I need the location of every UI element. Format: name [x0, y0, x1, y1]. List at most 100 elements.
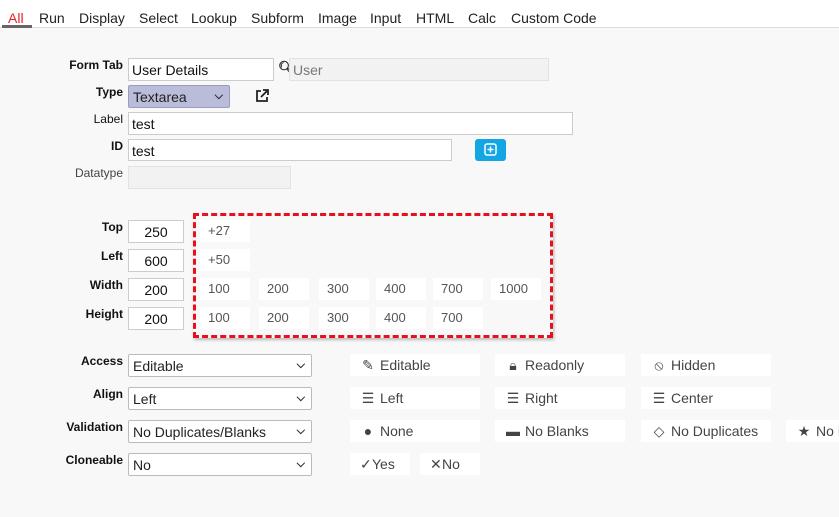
datatype-input[interactable] [128, 166, 291, 189]
left-quick-button[interactable]: +50 [200, 249, 250, 271]
align-select-value: Left [133, 391, 157, 407]
tab-image[interactable]: Image [318, 10, 357, 26]
left-label: Left [101, 249, 123, 263]
tab-html[interactable]: HTML [416, 10, 454, 26]
tab-bar: All Run Display Select Lookup Subform Im… [0, 0, 839, 28]
button-label: No Duplicates [671, 423, 759, 439]
external-link-icon[interactable] [255, 89, 269, 103]
access-editable-button[interactable]: ✎ Editable [350, 354, 480, 376]
button-label: Editable [380, 357, 431, 373]
align-select[interactable]: Left ⌵ [128, 387, 312, 410]
align-right-button[interactable]: ☰ Right [495, 387, 625, 409]
height-label: Height [85, 307, 123, 321]
tab-calc[interactable]: Calc [468, 10, 496, 26]
validation-none-button[interactable]: ● None [350, 420, 480, 442]
height-quick-button[interactable]: 100 [200, 307, 250, 329]
align-left-button[interactable]: ☰ Left [350, 387, 480, 409]
type-label: Type [95, 85, 123, 99]
cloneable-yes-button[interactable]: ✓Yes [350, 453, 410, 475]
align-center-icon: ☰ [652, 390, 666, 406]
chevron-down-icon: ⌵ [296, 425, 305, 437]
cloneable-select-value: No [133, 457, 151, 473]
align-center-button[interactable]: ☰ Center [641, 387, 771, 409]
button-label: Hidden [671, 357, 716, 373]
cloneable-select[interactable]: No ⌵ [128, 453, 312, 476]
align-left-icon: ☰ [361, 390, 375, 406]
tab-lookup[interactable]: Lookup [191, 10, 237, 26]
access-select-value: Editable [133, 358, 184, 374]
height-input[interactable]: 200 [128, 307, 184, 330]
width-quick-button[interactable]: 400 [376, 278, 426, 300]
battery-icon: ▬ [506, 423, 520, 439]
width-quick-button[interactable]: 300 [319, 278, 369, 300]
cloneable-label: Cloneable [65, 453, 123, 467]
eye-slash-icon: ⦸ [654, 357, 664, 373]
left-input[interactable]: 600 [128, 249, 184, 272]
validation-no-duplicates-button[interactable]: ◇ No Duplicates [641, 420, 771, 442]
validation-no-duplicates-blanks-button[interactable]: ★ No D [786, 420, 839, 442]
label-label: Label [93, 112, 123, 126]
tab-subform[interactable]: Subform [251, 10, 304, 26]
button-label: No D [816, 423, 839, 439]
edit-icon: ✎ [362, 357, 374, 373]
chevron-down-icon: ⌵ [296, 392, 305, 404]
check-icon: ✓ [360, 456, 372, 472]
tab-input[interactable]: Input [370, 10, 401, 26]
align-right-icon: ☰ [506, 390, 520, 406]
align-label: Align [93, 387, 123, 401]
chevron-down-icon: ⌵ [296, 458, 305, 470]
id-label: ID [111, 139, 123, 153]
validation-label: Validation [66, 420, 123, 434]
validation-select[interactable]: No Duplicates/Blanks ⌵ [128, 420, 312, 443]
width-input[interactable]: 200 [128, 278, 184, 301]
height-quick-button[interactable]: 300 [319, 307, 369, 329]
search-input[interactable]: User [289, 58, 549, 81]
form-tab-input[interactable]: User Details [128, 58, 274, 81]
button-label: None [380, 423, 414, 439]
tab-all[interactable]: All [8, 10, 24, 26]
top-input[interactable]: 250 [128, 220, 184, 243]
button-label: Yes [372, 456, 395, 472]
plus-square-icon [484, 143, 497, 156]
width-quick-button[interactable]: 200 [259, 278, 309, 300]
globe-icon: ● [363, 423, 373, 439]
width-quick-button[interactable]: 1000 [491, 278, 541, 300]
active-tab-indicator [2, 25, 32, 28]
x-icon: ✕ [430, 456, 442, 472]
access-select[interactable]: Editable ⌵ [128, 354, 312, 377]
access-label: Access [80, 354, 123, 368]
id-input[interactable]: test [128, 139, 452, 161]
height-quick-button[interactable]: 400 [376, 307, 426, 329]
tab-custom-code[interactable]: Custom Code [511, 10, 597, 26]
cloneable-no-button[interactable]: ✕No [420, 453, 480, 475]
type-select-value: Textarea [133, 89, 187, 105]
button-label: No [442, 456, 460, 472]
type-select[interactable]: Textarea ⌵ [128, 85, 230, 108]
button-label: Right [525, 390, 558, 406]
tab-display[interactable]: Display [79, 10, 125, 26]
add-id-button[interactable] [475, 139, 506, 161]
access-readonly-button[interactable]: 🔒︎ Readonly [495, 354, 625, 376]
top-quick-button[interactable]: +27 [200, 220, 250, 242]
width-label: Width [89, 278, 123, 292]
height-quick-button[interactable]: 200 [259, 307, 309, 329]
button-label: Left [380, 390, 404, 406]
form-tab-label: Form Tab [69, 58, 123, 72]
validation-no-blanks-button[interactable]: ▬ No Blanks [495, 420, 625, 442]
width-quick-button[interactable]: 700 [433, 278, 483, 300]
diamond-icon: ◇ [653, 423, 665, 439]
top-label: Top [101, 220, 123, 234]
chevron-down-icon: ⌵ [296, 359, 305, 371]
lock-icon: 🔒︎ [509, 357, 517, 373]
button-label: No Blanks [525, 423, 589, 439]
width-quick-button[interactable]: 100 [200, 278, 250, 300]
button-label: Readonly [525, 357, 585, 373]
access-hidden-button[interactable]: ⦸ Hidden [641, 354, 771, 376]
validation-select-value: No Duplicates/Blanks [133, 424, 267, 440]
label-input[interactable]: test [128, 112, 573, 135]
star-icon: ★ [797, 423, 811, 439]
datatype-label: Datatype [74, 166, 123, 180]
tab-run[interactable]: Run [39, 10, 65, 26]
height-quick-button[interactable]: 700 [433, 307, 483, 329]
tab-select[interactable]: Select [139, 10, 178, 26]
